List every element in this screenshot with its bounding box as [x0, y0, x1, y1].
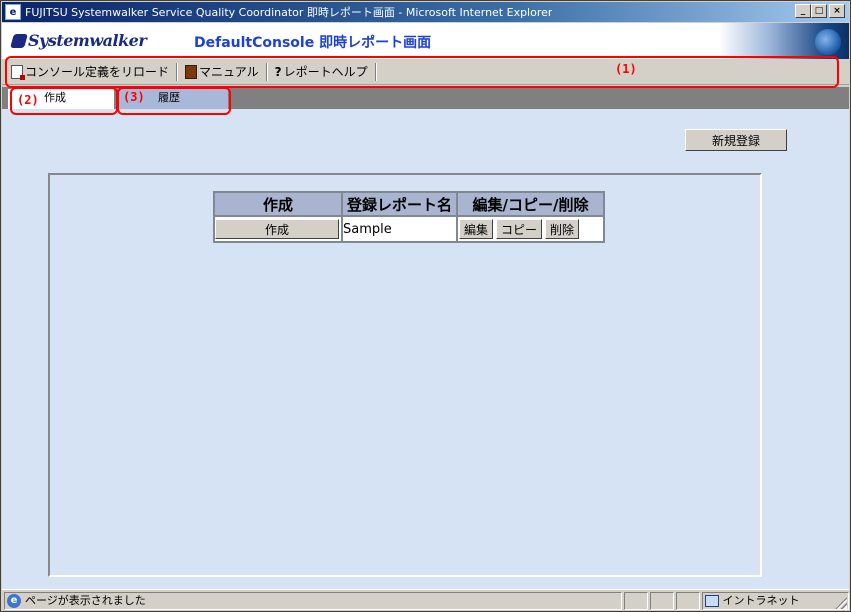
title-bar[interactable]: e FUJITSU Systemwalker Service Quality C…	[2, 2, 849, 22]
main-content: 新規登録 作成 登録レポート名 編集/コピー/削除 作成 Sample 編集 コ…	[2, 109, 849, 589]
delete-button[interactable]: 削除	[545, 219, 580, 239]
create-report-button[interactable]: 作成	[215, 219, 339, 239]
window-title: FUJITSU Systemwalker Service Quality Coo…	[25, 6, 553, 19]
report-name-cell: Sample	[343, 217, 456, 241]
status-bar: e ページが表示されました イントラネット	[2, 589, 850, 611]
zone-label: イントラネット	[722, 593, 800, 607]
resize-grip[interactable]	[835, 597, 847, 609]
column-header-edit-copy-delete: 編集/コピー/削除	[458, 193, 603, 215]
column-header-create: 作成	[215, 193, 341, 215]
annotation-box-toolbar	[5, 56, 839, 88]
report-name: Sample	[343, 221, 392, 237]
logo-text: Systemwalker	[28, 31, 147, 50]
ie-page-icon: e	[7, 593, 21, 608]
copy-button[interactable]: コピー	[496, 219, 543, 239]
table-row: 作成 Sample 編集 コピー 削除	[215, 217, 603, 241]
header-banner: Systemwalker DefaultConsole 即時レポート画面	[2, 23, 849, 59]
maximize-button[interactable]: □	[811, 4, 827, 18]
window-controls: _ □ ×	[795, 4, 845, 18]
status-pane-security	[649, 591, 674, 610]
new-register-button[interactable]: 新規登録	[685, 129, 787, 151]
systemwalker-logo: Systemwalker	[10, 31, 147, 50]
intranet-zone-icon	[704, 594, 719, 607]
minimize-button[interactable]: _	[795, 4, 811, 18]
table-header-row: 作成 登録レポート名 編集/コピー/削除	[215, 193, 603, 215]
status-pane-privacy	[675, 591, 700, 610]
annotation-label-create-tab: (2)	[17, 93, 39, 107]
report-panel: 作成 登録レポート名 編集/コピー/削除 作成 Sample 編集 コピー 削除	[48, 173, 762, 577]
browser-window: e FUJITSU Systemwalker Service Quality C…	[0, 0, 851, 612]
create-cell: 作成	[215, 217, 341, 241]
ie-window-icon: e	[5, 4, 21, 20]
status-message: ページが表示されました	[25, 593, 146, 607]
close-button[interactable]: ×	[829, 4, 845, 18]
actions-cell: 編集 コピー 削除	[458, 217, 603, 241]
console-title: DefaultConsole 即時レポート画面	[194, 35, 432, 51]
edit-button[interactable]: 編集	[459, 219, 494, 239]
annotation-label-history-tab: (3)	[123, 90, 145, 104]
row-actions: 編集 コピー 削除	[458, 219, 603, 239]
banner-decoration	[719, 23, 849, 59]
status-message-pane: e ページが表示されました	[4, 591, 622, 610]
status-zone-pane: イントラネット	[701, 591, 850, 610]
annotation-label-toolbar: (1)	[615, 62, 637, 76]
column-header-report-name: 登録レポート名	[343, 193, 456, 215]
logo-mark-icon	[10, 34, 28, 48]
report-table: 作成 登録レポート名 編集/コピー/削除 作成 Sample 編集 コピー 削除	[213, 191, 605, 243]
status-pane-progress	[623, 591, 648, 610]
